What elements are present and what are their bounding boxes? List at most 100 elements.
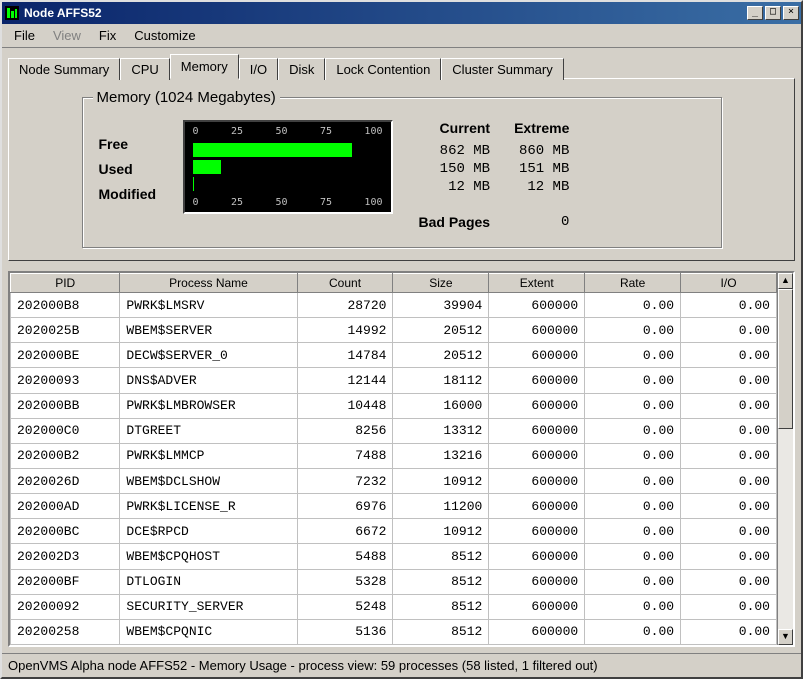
cell-extent: 600000: [489, 343, 585, 368]
cell-rate: 0.00: [585, 519, 681, 544]
table-row[interactable]: 20200093DNS$ADVER12144181126000000.000.0…: [11, 368, 777, 393]
tab-disk[interactable]: Disk: [278, 58, 325, 80]
cell-io: 0.00: [681, 544, 777, 569]
cell-extent: 600000: [489, 443, 585, 468]
cell-extent: 600000: [489, 368, 585, 393]
cell-name: DTGREET: [120, 418, 297, 443]
cell-pid: 202000BE: [11, 343, 120, 368]
cell-size: 16000: [393, 393, 489, 418]
cell-name: WBEM$DCLSHOW: [120, 468, 297, 493]
cell-size: 10912: [393, 519, 489, 544]
cell-extent: 600000: [489, 318, 585, 343]
tab-strip: Node Summary CPU Memory I/O Disk Lock Co…: [8, 54, 795, 79]
cell-pid: 20200093: [11, 368, 120, 393]
cell-extent: 600000: [489, 393, 585, 418]
table-row[interactable]: 20200092SECURITY_SERVER524885126000000.0…: [11, 594, 777, 619]
modified-current: 12 MB: [407, 178, 503, 196]
cell-count: 5136: [297, 619, 393, 644]
cell-rate: 0.00: [585, 368, 681, 393]
cell-pid: 202000BC: [11, 519, 120, 544]
scroll-thumb[interactable]: [778, 289, 793, 429]
scroll-down-button[interactable]: ▼: [778, 629, 793, 645]
table-row[interactable]: 20200258WBEM$CPQNIC513685126000000.000.0…: [11, 619, 777, 644]
cell-rate: 0.00: [585, 318, 681, 343]
cell-name: PWRK$LICENSE_R: [120, 494, 297, 519]
tab-cpu[interactable]: CPU: [120, 58, 169, 80]
scroll-up-button[interactable]: ▲: [778, 273, 793, 289]
cell-extent: 600000: [489, 594, 585, 619]
table-row[interactable]: 202000BBPWRK$LMBROWSER10448160006000000.…: [11, 393, 777, 418]
cell-name: DNS$ADVER: [120, 368, 297, 393]
table-row[interactable]: 202000BFDTLOGIN532885126000000.000.00: [11, 569, 777, 594]
axis-tick: 25: [231, 197, 243, 208]
cell-pid: 202000BB: [11, 393, 120, 418]
vertical-scrollbar[interactable]: ▲ ▼: [777, 273, 793, 645]
cell-rate: 0.00: [585, 343, 681, 368]
col-process-name[interactable]: Process Name: [120, 274, 297, 293]
tab-lock-contention[interactable]: Lock Contention: [325, 58, 441, 80]
col-extent[interactable]: Extent: [489, 274, 585, 293]
table-row[interactable]: 2020026DWBEM$DCLSHOW7232109126000000.000…: [11, 468, 777, 493]
label-modified: Modified: [99, 186, 169, 202]
cell-io: 0.00: [681, 443, 777, 468]
process-table[interactable]: PID Process Name Count Size Extent Rate …: [10, 273, 777, 645]
maximize-button[interactable]: □: [765, 6, 781, 20]
chart-axis-bottom: 0 25 50 75 100: [193, 197, 383, 208]
cell-pid: 202000B2: [11, 443, 120, 468]
cell-rate: 0.00: [585, 418, 681, 443]
cell-io: 0.00: [681, 343, 777, 368]
table-row[interactable]: 202000B2PWRK$LMMCP7488132166000000.000.0…: [11, 443, 777, 468]
cell-count: 8256: [297, 418, 393, 443]
cell-extent: 600000: [489, 519, 585, 544]
table-row[interactable]: 202000C0DTGREET8256133126000000.000.00: [11, 418, 777, 443]
used-current: 150 MB: [407, 160, 503, 178]
tab-io[interactable]: I/O: [239, 58, 278, 80]
menu-customize[interactable]: Customize: [126, 26, 203, 45]
titlebar[interactable]: Node AFFS52 _ □ ×: [2, 2, 801, 24]
tab-memory[interactable]: Memory: [170, 54, 239, 79]
scroll-track[interactable]: [778, 289, 793, 629]
table-row[interactable]: 202000BEDECW$SERVER_014784205126000000.0…: [11, 343, 777, 368]
tab-cluster-summary[interactable]: Cluster Summary: [441, 58, 563, 80]
cell-pid: 2020025B: [11, 318, 120, 343]
tab-node-summary[interactable]: Node Summary: [8, 58, 120, 80]
cell-size: 18112: [393, 368, 489, 393]
cell-name: WBEM$SERVER: [120, 318, 297, 343]
free-extreme: 860 MB: [502, 142, 581, 160]
cell-io: 0.00: [681, 393, 777, 418]
cell-rate: 0.00: [585, 393, 681, 418]
col-count[interactable]: Count: [297, 274, 393, 293]
col-io[interactable]: I/O: [681, 274, 777, 293]
modified-extreme: 12 MB: [502, 178, 581, 196]
menu-file[interactable]: File: [6, 26, 43, 45]
close-button[interactable]: ×: [783, 6, 799, 20]
cell-io: 0.00: [681, 418, 777, 443]
cell-size: 13216: [393, 443, 489, 468]
col-size[interactable]: Size: [393, 274, 489, 293]
minimize-button[interactable]: _: [747, 6, 763, 20]
table-row[interactable]: 202000ADPWRK$LICENSE_R6976112006000000.0…: [11, 494, 777, 519]
menu-view: View: [45, 26, 89, 45]
table-row[interactable]: 2020025BWBEM$SERVER14992205126000000.000…: [11, 318, 777, 343]
cell-size: 8512: [393, 594, 489, 619]
col-current: Current: [407, 120, 503, 142]
col-pid[interactable]: PID: [11, 274, 120, 293]
table-row[interactable]: 202000B8PWRK$LMSRV28720399046000000.000.…: [11, 293, 777, 318]
table-row[interactable]: 202000BCDCE$RPCD6672109126000000.000.00: [11, 519, 777, 544]
cell-count: 5328: [297, 569, 393, 594]
cell-pid: 20200092: [11, 594, 120, 619]
cell-pid: 202000BF: [11, 569, 120, 594]
cell-count: 14784: [297, 343, 393, 368]
cell-rate: 0.00: [585, 594, 681, 619]
bar-used: [193, 160, 222, 174]
cell-pid: 202000AD: [11, 494, 120, 519]
cell-size: 39904: [393, 293, 489, 318]
bar-modified: [193, 177, 195, 191]
cell-size: 8512: [393, 619, 489, 644]
cell-pid: 2020026D: [11, 468, 120, 493]
cell-count: 7232: [297, 468, 393, 493]
cell-io: 0.00: [681, 318, 777, 343]
table-row[interactable]: 202002D3WBEM$CPQHOST548885126000000.000.…: [11, 544, 777, 569]
col-rate[interactable]: Rate: [585, 274, 681, 293]
menu-fix[interactable]: Fix: [91, 26, 124, 45]
